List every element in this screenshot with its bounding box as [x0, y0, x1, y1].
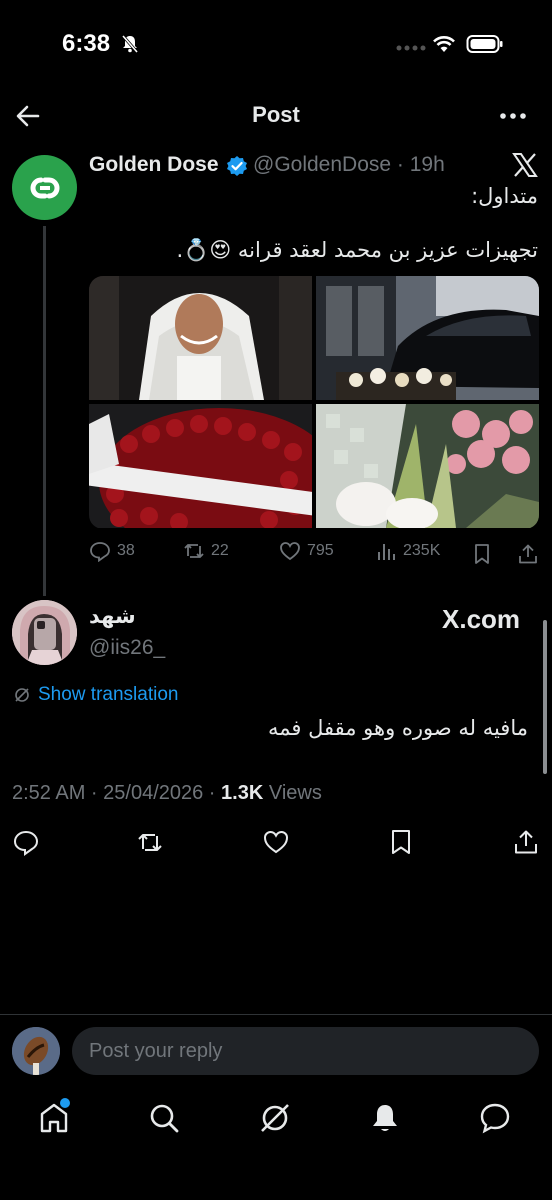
reply-author-name[interactable]: شهد [89, 604, 136, 628]
quoted-post-text-line1: متداول: [471, 184, 538, 208]
photo-car[interactable] [316, 276, 539, 400]
reply-icon [90, 542, 110, 562]
signal-dots-icon [396, 45, 426, 51]
reply-icon[interactable] [12, 828, 40, 856]
bookmark-icon[interactable] [387, 828, 415, 856]
reply-input[interactable] [72, 1027, 539, 1075]
repost-count: 22 [211, 542, 229, 559]
status-bar: 6:38 [0, 0, 552, 90]
bottom-tab-bar [0, 1090, 552, 1150]
translate-icon [15, 688, 29, 702]
reply-views-count[interactable]: 1.3K [221, 782, 263, 804]
back-arrow-icon[interactable] [14, 102, 42, 130]
quoted-post-text-line2: تجهيزات عزيز بن محمد لعقد قرانه 😍💍. [176, 238, 538, 262]
reply-text: مافيه له صوره وهو مقفل فمه [267, 716, 528, 740]
repost-metric[interactable]: 22 [183, 540, 229, 562]
header: Post [0, 96, 552, 136]
heart-icon[interactable] [262, 828, 290, 856]
show-translation-link[interactable]: Show translation [38, 684, 178, 706]
screen: 6:38 Post Golden Dose @GoldenDose · 19h … [0, 0, 552, 1200]
quoted-post-metrics: 38 22 795 235K [89, 540, 541, 568]
my-avatar[interactable] [12, 1027, 60, 1075]
reply-author-handle[interactable]: @iis26_ [89, 636, 165, 660]
messages-icon[interactable] [477, 1100, 513, 1136]
views-count: 235K [403, 542, 441, 559]
scrollbar-thumb[interactable] [543, 620, 547, 774]
notifications-bell-icon[interactable] [367, 1100, 403, 1136]
views-chart-icon [378, 544, 395, 560]
status-time: 6:38 [62, 30, 111, 57]
reply-timestamp: 2:52 AM · 25/04/2026 · [12, 782, 222, 804]
quoted-author-name[interactable]: Golden Dose [89, 153, 219, 177]
home-unread-dot [60, 1098, 70, 1108]
golden-dose-avatar[interactable] [12, 155, 77, 220]
reply-actions-row [0, 826, 552, 860]
like-count: 795 [307, 542, 334, 559]
golden-dose-logo-icon [30, 177, 59, 198]
search-icon[interactable] [146, 1100, 182, 1136]
reply-author-avatar[interactable] [12, 600, 77, 665]
views-metric[interactable]: 235K [375, 540, 440, 562]
composer-divider [0, 1014, 552, 1015]
photo-flowers[interactable] [316, 404, 539, 528]
media-grid[interactable] [89, 276, 539, 529]
like-metric[interactable]: 795 [279, 540, 334, 562]
share-icon[interactable] [512, 828, 540, 856]
page-title: Post [252, 102, 300, 127]
heart-icon [280, 542, 300, 561]
bell-muted-icon [121, 35, 139, 53]
bookmark-icon[interactable] [471, 543, 493, 565]
verified-badge-icon [227, 156, 247, 176]
repost-icon [184, 544, 204, 558]
reply-views-label: Views [263, 782, 322, 804]
home-indicator [196, 1186, 356, 1192]
thread-line [43, 226, 46, 596]
share-icon[interactable] [517, 543, 539, 565]
reply-metric[interactable]: 38 [89, 540, 135, 562]
reply-timestamp-row: 2:52 AM · 25/04/2026 · 1.3K Views [12, 782, 322, 805]
photo-roses[interactable] [89, 404, 312, 528]
quoted-author-handle[interactable]: @GoldenDose · 19h [253, 153, 445, 177]
photo-groom[interactable] [89, 276, 312, 400]
more-options-icon[interactable] [498, 106, 528, 126]
battery-icon [466, 35, 503, 53]
wifi-icon [433, 36, 455, 52]
repost-icon[interactable] [136, 828, 164, 856]
source-label: X.com [442, 604, 521, 634]
reply-count: 38 [117, 542, 135, 559]
x-logo-icon [512, 153, 538, 177]
grok-icon[interactable] [257, 1100, 293, 1136]
